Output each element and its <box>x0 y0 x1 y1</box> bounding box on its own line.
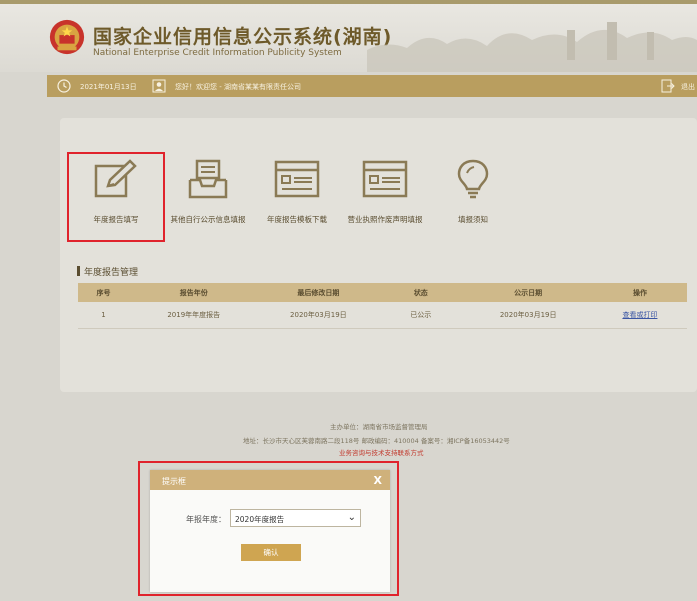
info-bar: 2021年01月13日 您好！欢迎您 - 湖南省某某有限责任公司 退出 <box>47 75 697 97</box>
dialog-titlebar: 提示框 X <box>150 470 390 490</box>
col-header-action: 操作 <box>592 283 687 302</box>
report-year-value: 2020年度报告 <box>235 515 285 524</box>
report-year-label: 年报年度： <box>186 515 226 524</box>
user-icon <box>152 79 166 93</box>
table-row: 1 2019年年度报告 2020年03月19日 已公示 2020年03月19日 … <box>78 302 687 329</box>
tool-template-download[interactable]: 年度报告模板下载 <box>251 152 343 225</box>
close-icon[interactable]: X <box>374 474 382 487</box>
site-title: 国家企业信用信息公示系统(湖南) <box>93 26 393 48</box>
table-header-row: 序号 报告年份 最后修改日期 状态 公示日期 操作 <box>78 283 687 302</box>
highlight-annual-report <box>67 152 165 242</box>
cell-year: 2019年年度报告 <box>129 302 259 329</box>
lightbulb-icon <box>457 159 489 199</box>
col-header-year: 报告年份 <box>129 283 259 302</box>
license-icon <box>362 160 408 198</box>
cell-modified: 2020年03月19日 <box>258 302 379 329</box>
col-header-modified: 最后修改日期 <box>258 283 379 302</box>
report-year-select[interactable]: 2020年度报告 ⌄ <box>230 509 361 527</box>
tool-label: 营业执照作废声明填报 <box>347 215 423 224</box>
cell-published: 2020年03月19日 <box>463 302 593 329</box>
footer-address: 地址：长沙市天心区芙蓉南路二段118号 邮政编码：410004 备案号：湘ICP… <box>243 437 510 445</box>
confirm-button[interactable]: 确认 <box>241 544 301 561</box>
cell-no: 1 <box>78 302 130 329</box>
tool-label: 年度报告模板下载 <box>267 215 327 224</box>
col-header-published: 公示日期 <box>463 283 593 302</box>
footer-support-link[interactable]: 业务咨询与技术支持联系方式 <box>339 447 424 457</box>
tool-license-void[interactable]: 营业执照作废声明填报 <box>339 152 431 225</box>
inbox-icon <box>188 159 228 199</box>
section-marker <box>77 266 80 276</box>
col-header-status: 状态 <box>378 283 464 302</box>
col-header-no: 序号 <box>78 283 130 302</box>
template-icon <box>274 160 320 198</box>
user-greeting: 您好！欢迎您 - 湖南省某某有限责任公司 <box>175 83 301 91</box>
logout-icon[interactable] <box>661 79 675 93</box>
section-title: 年度报告管理 <box>84 268 139 278</box>
tool-other-disclosure[interactable]: 其他自行公示信息填报 <box>162 152 254 225</box>
prompt-dialog: 提示框 X 年报年度： 2020年度报告 ⌄ 确认 <box>150 470 390 592</box>
clock-icon <box>57 79 71 93</box>
cell-action: 查看或打印 <box>592 302 687 329</box>
chevron-down-icon: ⌄ <box>347 512 356 523</box>
site-header: 国家企业信用信息公示系统(湖南) National Enterprise Cre… <box>0 0 697 72</box>
tool-label: 其他自行公示信息填报 <box>170 215 246 224</box>
skyline-decoration-icon <box>367 22 697 72</box>
footer-organizer: 主办单位：湖南省市场监督管理局 <box>330 423 428 431</box>
cell-status: 已公示 <box>378 302 464 329</box>
current-date: 2021年01月13日 <box>80 83 137 91</box>
tool-filling-notice[interactable]: 填报须知 <box>427 152 519 225</box>
view-print-link[interactable]: 查看或打印 <box>622 311 657 319</box>
tool-label: 填报须知 <box>458 215 488 224</box>
logout-link[interactable]: 退出 <box>681 82 695 92</box>
dialog-title: 提示框 <box>162 477 186 486</box>
site-subtitle: National Enterprise Credit Information P… <box>93 48 342 58</box>
national-emblem-icon <box>49 19 85 55</box>
annual-report-table: 序号 报告年份 最后修改日期 状态 公示日期 操作 1 2019年年度报告 20… <box>78 283 687 329</box>
